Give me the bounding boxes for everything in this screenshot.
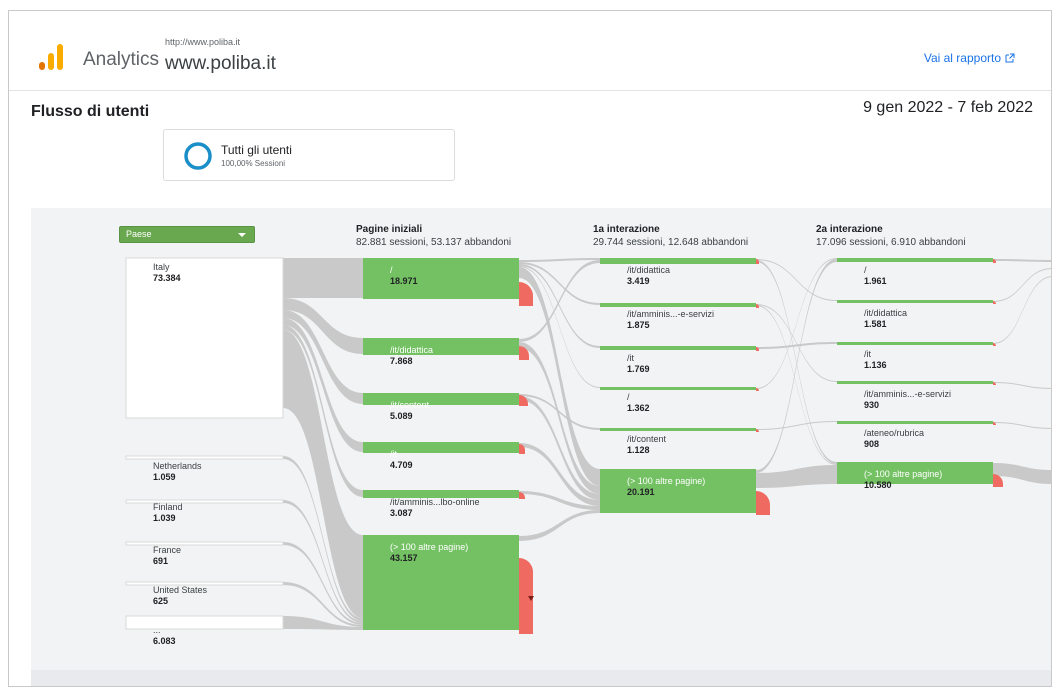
flow-footer-band (31, 670, 1051, 686)
property-url: http://www.poliba.it (165, 37, 241, 47)
start-page-node[interactable] (363, 490, 519, 498)
report-frame: Analytics http://www.poliba.it www.polib… (8, 10, 1052, 687)
flow-link-sp1-i1a (519, 258, 600, 262)
external-link-icon (1005, 53, 1015, 63)
segment-sessions: 100,00% Sessioni (221, 159, 286, 168)
country-node[interactable] (125, 455, 284, 460)
segment-name: Tutti gli utenti (221, 143, 292, 157)
flow-link-i1d-i2a (756, 258, 837, 389)
start-page-node[interactable] (363, 442, 519, 453)
column-subtitle-interaction-1: 29.744 sessioni, 12.648 abbandoni (593, 237, 749, 248)
segment-card[interactable]: Tutti gli utenti 100,00% Sessioni (163, 129, 455, 181)
flow-link-i2a-next (993, 259, 1051, 262)
flow-link-italy-other (283, 330, 363, 618)
interaction-2-node[interactable] (837, 421, 993, 424)
interaction-1-dropoff[interactable] (756, 491, 770, 515)
column-title-start-pages: Pagine iniziali (356, 224, 423, 235)
interaction-1-node[interactable] (600, 387, 756, 390)
flow-link-i1b-i2f (756, 305, 837, 465)
flow-link-i2b-next (993, 268, 1051, 302)
start-page-dropoff[interactable] (519, 395, 528, 406)
interaction-1-node[interactable] (600, 346, 756, 350)
start-page-dropoff[interactable] (519, 282, 533, 306)
interaction-2-node[interactable] (837, 381, 993, 384)
flow-link-italy-home (283, 258, 363, 298)
flow-diagram: Paese Pagine iniziali 82.881 sessioni, 5… (31, 208, 1051, 686)
start-page-node[interactable] (363, 258, 519, 299)
flow-link-i1a-i2b (756, 259, 837, 301)
interaction-1-node[interactable] (600, 469, 756, 513)
open-report-link[interactable]: Vai al rapporto (924, 51, 1015, 65)
flow-link-sp6-i1f (519, 510, 600, 541)
flow-link-i2d-next (993, 382, 1051, 389)
start-page-node[interactable] (363, 393, 519, 405)
interaction-1-node[interactable] (600, 303, 756, 307)
country-node[interactable] (125, 581, 284, 586)
caret-down-icon (238, 233, 246, 237)
page-title: Flusso di utenti (31, 103, 150, 120)
interaction-2-node[interactable] (837, 258, 993, 262)
date-range[interactable]: 9 gen 2022 - 7 feb 2022 (863, 99, 1033, 117)
flow-link-i1e-i2e (756, 421, 837, 430)
flow-canvas (125, 257, 1051, 634)
property-name: www.poliba.it (165, 53, 276, 74)
flow-link-i2e-next (993, 422, 1051, 429)
flow-link-i2c-next (993, 276, 1051, 344)
dimension-dropdown-label: Paese (126, 229, 152, 239)
flow-link-i1f-i2f (756, 465, 837, 488)
segment-ring-icon (184, 142, 212, 170)
country-node[interactable] (125, 499, 284, 504)
interaction-2-node[interactable] (837, 462, 993, 484)
country-node[interactable] (125, 541, 284, 546)
flow-link-i1f-i2a (756, 259, 837, 473)
start-page-node[interactable] (363, 338, 519, 355)
interaction-2-node[interactable] (837, 300, 993, 303)
column-subtitle-interaction-2: 17.096 sessioni, 6.910 abbandoni (816, 237, 966, 248)
country-node[interactable] (125, 615, 284, 630)
flow-link-i1a-i2f (756, 260, 837, 464)
interaction-2-node[interactable] (837, 342, 993, 345)
column-subtitle-start-pages: 82.881 sessioni, 53.137 abbandoni (356, 237, 512, 248)
app-name: Analytics (83, 49, 160, 70)
start-page-node[interactable] (363, 535, 519, 630)
dimension-dropdown[interactable]: Paese (119, 226, 255, 243)
interaction-1-node[interactable] (600, 258, 756, 264)
flow-nodes (125, 257, 1003, 634)
interaction-1-node[interactable] (600, 428, 756, 431)
column-title-interaction-2: 2a interazione (816, 224, 883, 235)
header: Analytics http://www.poliba.it www.polib… (9, 11, 1051, 91)
column-title-interaction-1: 1a interazione (593, 224, 660, 235)
open-report-label: Vai al rapporto (923, 51, 1001, 65)
analytics-logo-icon (39, 44, 63, 70)
country-node[interactable] (125, 257, 284, 419)
